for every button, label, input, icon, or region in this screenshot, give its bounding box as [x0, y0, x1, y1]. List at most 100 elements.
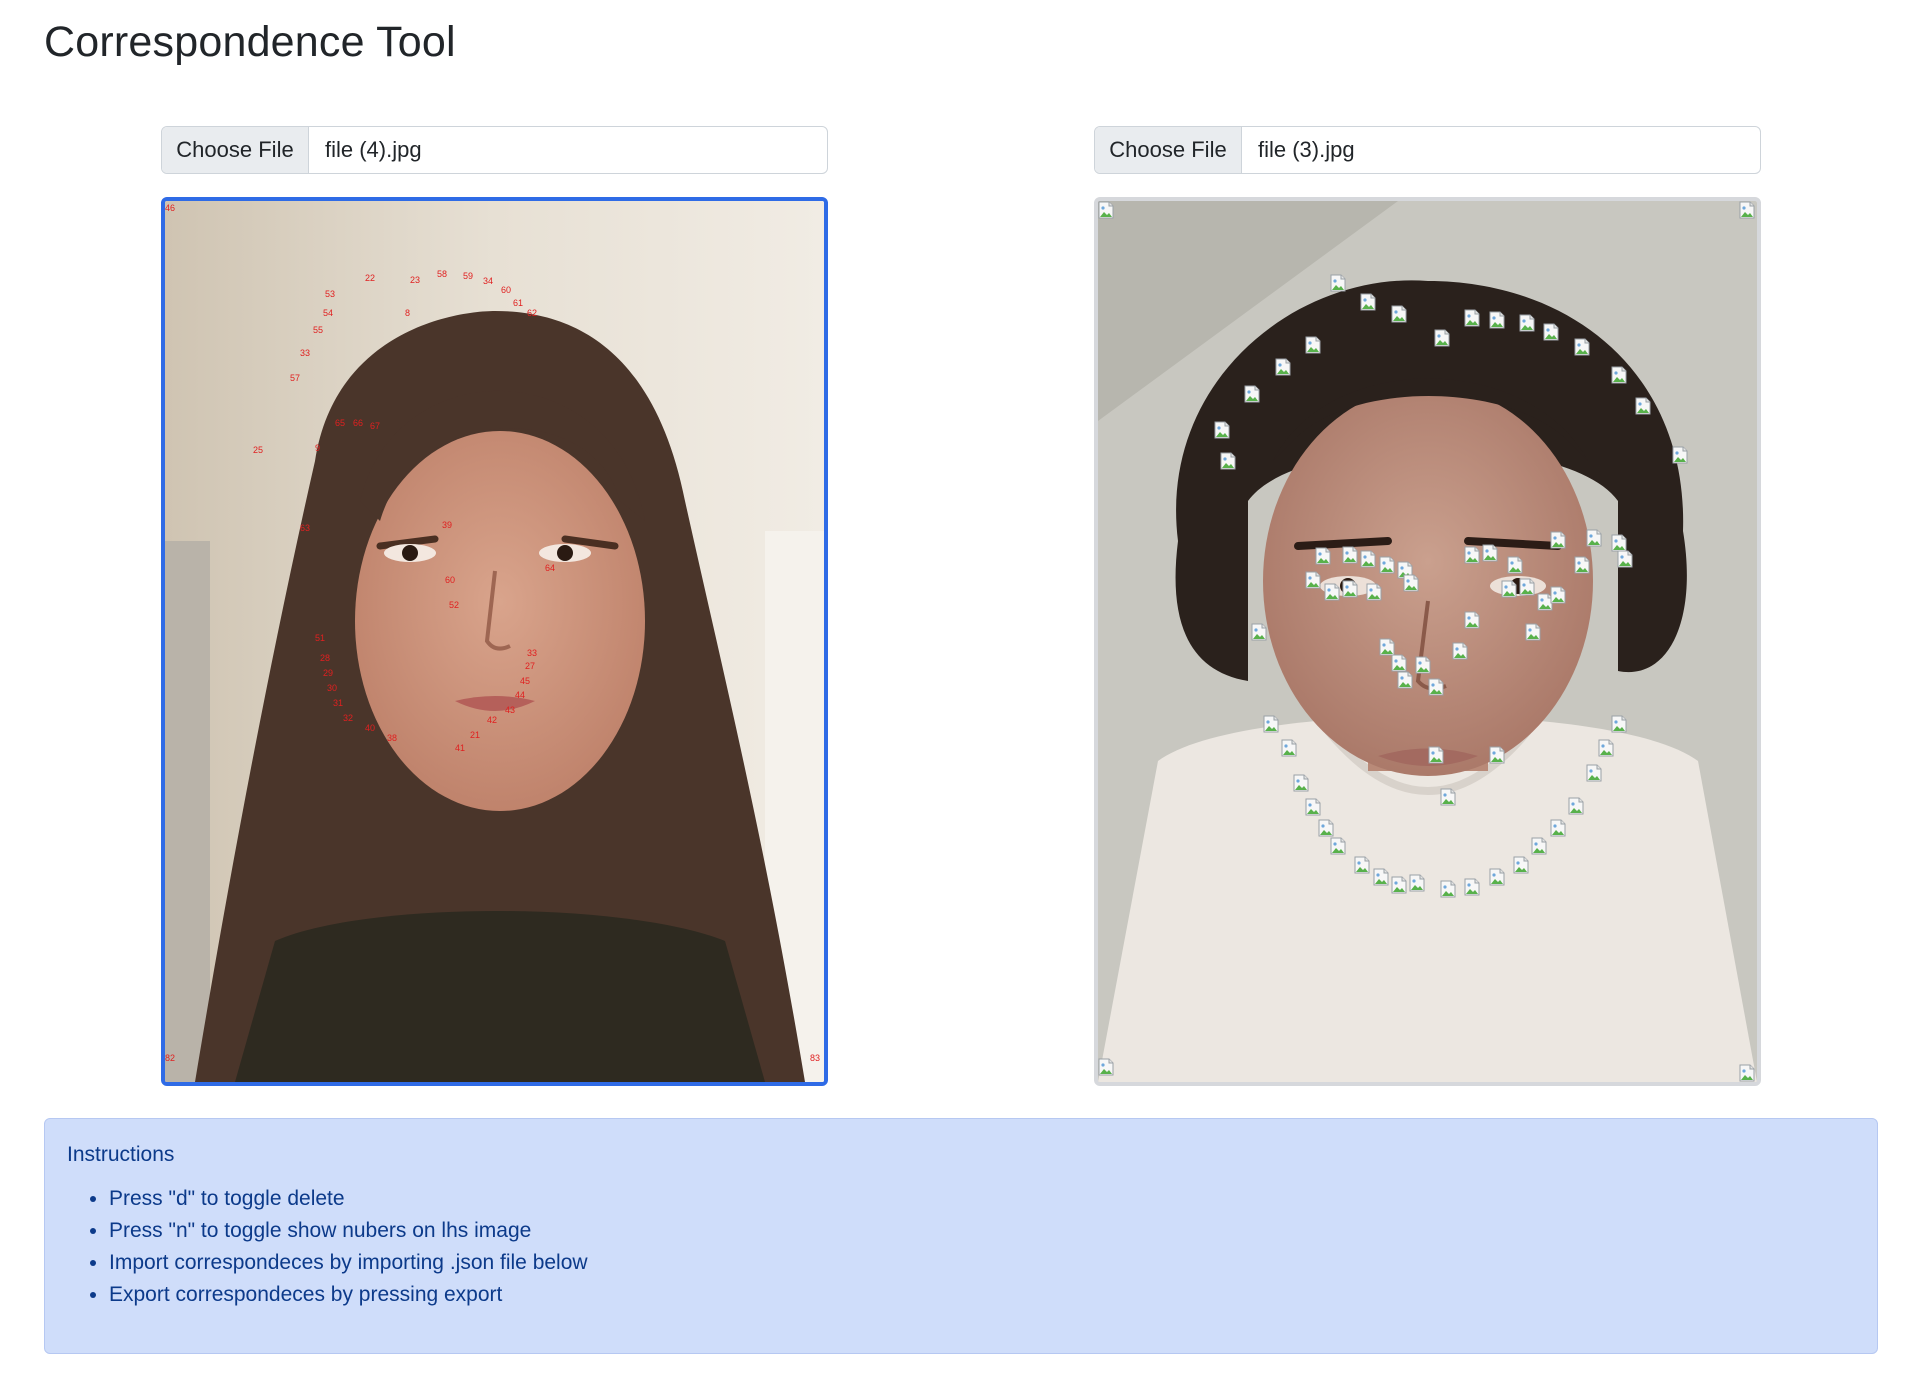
broken-image-icon[interactable] [1550, 586, 1566, 604]
broken-image-icon[interactable] [1739, 1064, 1755, 1082]
broken-image-icon[interactable] [1098, 1058, 1114, 1076]
landmark-label: 33 [300, 348, 310, 358]
broken-image-icon[interactable] [1244, 385, 1260, 403]
landmark-label: 39 [442, 520, 452, 530]
landmark-label: 60 [501, 285, 511, 295]
instruction-item: Import correspondeces by importing .json… [109, 1247, 1877, 1279]
left-choose-file-button[interactable]: Choose File [162, 127, 309, 173]
broken-image-icon[interactable] [1464, 546, 1480, 564]
broken-image-icon[interactable] [1366, 583, 1382, 601]
page-title: Correspondence Tool [44, 18, 456, 66]
broken-image-icon[interactable] [1305, 571, 1321, 589]
broken-image-icon[interactable] [1251, 623, 1267, 641]
broken-image-icon[interactable] [1305, 336, 1321, 354]
broken-image-icon[interactable] [1391, 876, 1407, 894]
broken-image-icon[interactable] [1409, 874, 1425, 892]
right-file-input[interactable]: Choose File file (3).jpg [1094, 126, 1761, 174]
broken-image-icon[interactable] [1281, 739, 1297, 757]
left-file-name: file (4).jpg [325, 137, 422, 162]
broken-image-icon[interactable] [1342, 546, 1358, 564]
landmark-label: 42 [487, 715, 497, 725]
broken-image-icon[interactable] [1342, 580, 1358, 598]
broken-image-icon[interactable] [1220, 452, 1236, 470]
landmark-label: 28 [320, 653, 330, 663]
landmark-label: 82 [165, 1053, 175, 1063]
landmark-label: 62 [527, 308, 537, 318]
broken-image-icon[interactable] [1379, 556, 1395, 574]
broken-image-icon[interactable] [1440, 880, 1456, 898]
left-file-input[interactable]: Choose File file (4).jpg [161, 126, 828, 174]
broken-image-icon[interactable] [1318, 819, 1334, 837]
landmark-label: 60 [445, 575, 455, 585]
landmark-label: 52 [449, 600, 459, 610]
broken-image-icon[interactable] [1739, 201, 1755, 219]
broken-image-icon[interactable] [1568, 797, 1584, 815]
broken-image-icon[interactable] [1397, 671, 1413, 689]
instruction-item: Press "d" to toggle delete [109, 1183, 1877, 1215]
broken-image-icon[interactable] [1275, 358, 1291, 376]
broken-image-icon[interactable] [1464, 309, 1480, 327]
broken-image-icon[interactable] [1586, 764, 1602, 782]
broken-image-icon[interactable] [1305, 798, 1321, 816]
landmark-label: 59 [463, 271, 473, 281]
broken-image-icon[interactable] [1489, 311, 1505, 329]
landmark-label: 58 [437, 269, 447, 279]
broken-image-icon[interactable] [1550, 531, 1566, 549]
landmark-label: 8 [405, 308, 410, 318]
broken-image-icon[interactable] [1452, 642, 1468, 660]
broken-image-icon[interactable] [1611, 366, 1627, 384]
broken-image-icon[interactable] [1586, 529, 1602, 547]
broken-image-icon[interactable] [1611, 715, 1627, 733]
broken-image-icon[interactable] [1513, 856, 1529, 874]
broken-image-icon[interactable] [1489, 746, 1505, 764]
broken-image-icon[interactable] [1263, 715, 1279, 733]
broken-image-icon[interactable] [1543, 323, 1559, 341]
broken-image-icon[interactable] [1330, 837, 1346, 855]
broken-image-icon[interactable] [1415, 656, 1431, 674]
right-image-canvas[interactable] [1094, 197, 1761, 1086]
broken-image-icon[interactable] [1574, 338, 1590, 356]
broken-image-icon[interactable] [1501, 580, 1517, 598]
broken-image-icon[interactable] [1464, 611, 1480, 629]
broken-image-icon[interactable] [1531, 837, 1547, 855]
broken-image-icon[interactable] [1519, 314, 1535, 332]
broken-image-icon[interactable] [1403, 574, 1419, 592]
broken-image-icon[interactable] [1525, 623, 1541, 641]
instructions-panel: Instructions Press "d" to toggle delete … [44, 1118, 1878, 1354]
right-choose-file-button[interactable]: Choose File [1095, 127, 1242, 173]
left-image-canvas[interactable]: 22 23 58 59 34 60 61 62 53 54 55 33 57 8 9 65 66 67 25 63 64… [161, 197, 828, 1086]
broken-image-icon[interactable] [1098, 201, 1114, 219]
broken-image-icon[interactable] [1635, 397, 1651, 415]
landmark-label: 67 [370, 421, 380, 431]
broken-image-icon[interactable] [1391, 305, 1407, 323]
broken-image-icon[interactable] [1574, 556, 1590, 574]
broken-image-icon[interactable] [1550, 819, 1566, 837]
landmark-label: 43 [505, 705, 515, 715]
broken-image-icon[interactable] [1428, 678, 1444, 696]
broken-image-icon[interactable] [1519, 578, 1535, 596]
broken-image-icon[interactable] [1373, 868, 1389, 886]
broken-image-icon[interactable] [1617, 550, 1633, 568]
broken-image-icon[interactable] [1507, 556, 1523, 574]
broken-image-icon[interactable] [1354, 856, 1370, 874]
broken-image-icon[interactable] [1672, 446, 1688, 464]
broken-image-icon[interactable] [1360, 550, 1376, 568]
broken-image-icon[interactable] [1324, 583, 1340, 601]
broken-image-icon[interactable] [1482, 544, 1498, 562]
broken-image-icon[interactable] [1489, 868, 1505, 886]
broken-image-icon[interactable] [1293, 774, 1309, 792]
broken-image-icon[interactable] [1360, 293, 1376, 311]
broken-image-icon[interactable] [1214, 421, 1230, 439]
broken-image-icon[interactable] [1428, 746, 1444, 764]
landmark-label: 65 [335, 418, 345, 428]
broken-image-icon[interactable] [1440, 788, 1456, 806]
broken-image-icon[interactable] [1434, 329, 1450, 347]
instruction-item: Export correspondeces by pressing export [109, 1279, 1877, 1311]
landmark-label: 45 [520, 676, 530, 686]
broken-image-icon[interactable] [1391, 654, 1407, 672]
broken-image-icon[interactable] [1598, 739, 1614, 757]
broken-image-icon[interactable] [1330, 274, 1346, 292]
landmark-label: 27 [525, 661, 535, 671]
broken-image-icon[interactable] [1315, 547, 1331, 565]
broken-image-icon[interactable] [1464, 878, 1480, 896]
